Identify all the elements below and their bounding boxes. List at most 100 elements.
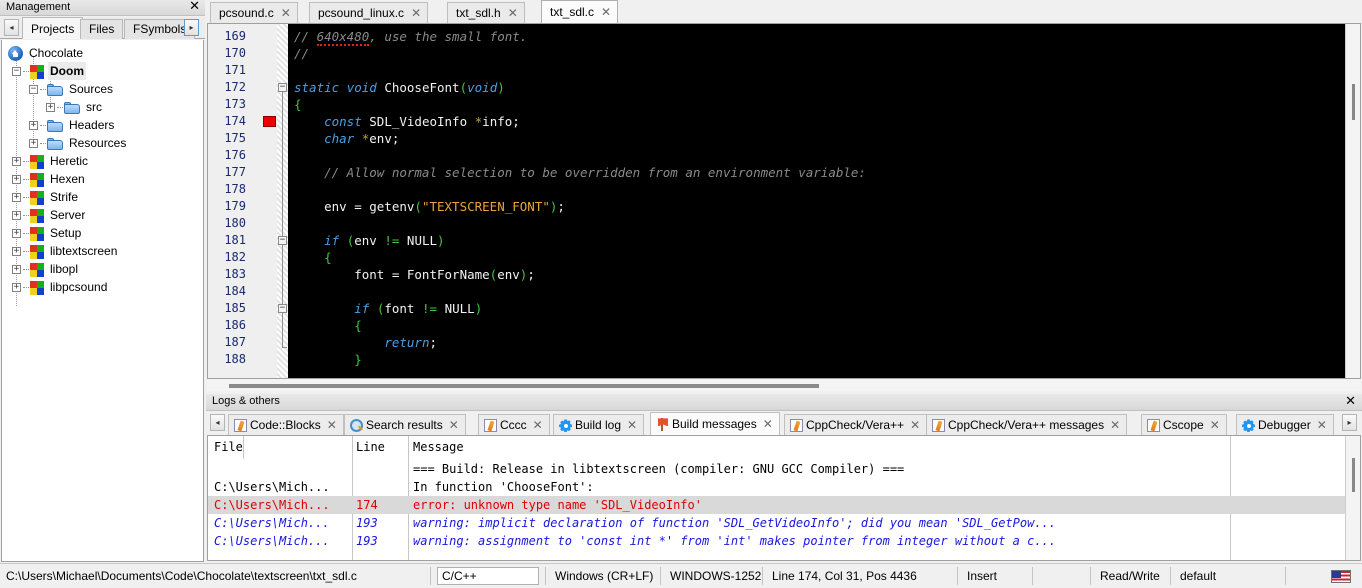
- logs-tab-search-results[interactable]: Search results ✕: [344, 414, 466, 435]
- editor-marker-column[interactable]: [263, 24, 277, 378]
- close-icon[interactable]: ✕: [910, 418, 920, 432]
- expander-icon[interactable]: +: [12, 193, 21, 203]
- table-row[interactable]: C:\Users\Mich... 193 warning: implicit dec…: [208, 514, 1346, 532]
- build-messages-grid[interactable]: File Line Message === Build: Release in …: [207, 435, 1361, 561]
- logs-title: Logs & others: [212, 395, 280, 407]
- expander-icon[interactable]: +: [12, 265, 21, 275]
- code-token: const: [324, 114, 362, 129]
- us-flag-icon[interactable]: [1331, 570, 1351, 583]
- close-icon[interactable]: ✕: [627, 418, 637, 432]
- tree-item-server[interactable]: + Server: [12, 206, 87, 224]
- tree-item-src[interactable]: + src: [46, 98, 104, 116]
- tab-scroll-left-icon[interactable]: ◂: [210, 414, 225, 431]
- table-row[interactable]: C:\Users\Mich... In function 'ChooseFont'…: [208, 478, 1346, 496]
- code-text-area[interactable]: // 640x480, use the small font.//static …: [288, 24, 1345, 378]
- editor-fold-column[interactable]: − − −: [277, 24, 288, 378]
- column-header-line[interactable]: Line: [356, 436, 385, 459]
- logs-vertical-scrollbar[interactable]: [1345, 436, 1360, 560]
- tree-item-resources[interactable]: + Resources: [29, 134, 128, 152]
- logs-tab-build-log[interactable]: Build log ✕: [553, 414, 645, 435]
- column-header-message[interactable]: Message: [413, 436, 464, 459]
- editor-horizontal-scrollbar[interactable]: [207, 379, 1361, 391]
- close-icon[interactable]: ✕: [1210, 418, 1220, 432]
- editor-tab-pcsound-linux-c[interactable]: pcsound_linux.c ✕: [309, 2, 429, 23]
- close-icon[interactable]: ✕: [281, 6, 291, 20]
- code-token: env: [369, 131, 392, 146]
- tab-files[interactable]: Files: [80, 19, 124, 39]
- tree-item-headers[interactable]: + Headers: [29, 116, 116, 134]
- close-icon[interactable]: ✕: [508, 6, 518, 20]
- logs-tab-label: Build messages: [672, 417, 757, 431]
- table-row[interactable]: C:\Users\Mich... 174 error: unknown type n…: [208, 496, 1346, 514]
- expander-icon[interactable]: +: [12, 211, 21, 221]
- build-messages-rows[interactable]: File Line Message === Build: Release in …: [208, 436, 1346, 560]
- logs-tab-cccc[interactable]: Cccc ✕: [478, 414, 550, 435]
- tab-scroll-left-icon[interactable]: ◂: [4, 19, 19, 36]
- tab-scroll-right-icon[interactable]: ▸: [184, 19, 199, 36]
- error-marker-icon[interactable]: [263, 116, 276, 127]
- expander-icon[interactable]: +: [12, 283, 21, 293]
- code-line: static void ChooseFont(void): [294, 79, 505, 96]
- editor-tab-txt-sdl-h[interactable]: txt_sdl.h ✕: [447, 2, 525, 23]
- logs-tab-debugger[interactable]: Debugger ✕: [1236, 414, 1334, 435]
- expander-icon[interactable]: +: [12, 229, 21, 239]
- editor-vertical-scrollbar[interactable]: [1345, 24, 1360, 378]
- table-row[interactable]: C:\Users\Mich... 193 warning: assignment t…: [208, 532, 1346, 550]
- editor-tab-txt-sdl-c[interactable]: txt_sdl.c ✕: [541, 0, 619, 23]
- scrollbar-thumb[interactable]: [1352, 458, 1355, 492]
- editor-tab-pcsound-c[interactable]: pcsound.c ✕: [210, 2, 298, 23]
- status-line-endings: Windows (CR+LF): [555, 569, 654, 583]
- tree-connector: [40, 125, 46, 127]
- expander-icon[interactable]: −: [29, 85, 38, 95]
- tree-item-libtextscreen[interactable]: + libtextscreen: [12, 242, 119, 260]
- tab-projects[interactable]: Projects: [22, 17, 84, 39]
- project-tree[interactable]: Chocolate − Doom − Sources + src + Headers +…: [1, 40, 204, 562]
- close-icon[interactable]: ✕: [449, 418, 459, 432]
- tree-item-libpcsound[interactable]: + libpcsound: [12, 278, 109, 296]
- column-header-file[interactable]: File: [214, 436, 244, 459]
- tree-item-sources[interactable]: − Sources: [29, 80, 115, 98]
- tree-item-chocolate[interactable]: Chocolate: [8, 44, 85, 62]
- close-icon[interactable]: ✕: [533, 418, 543, 432]
- fold-toggle-icon[interactable]: −: [278, 236, 287, 245]
- tree-item-libopl[interactable]: + libopl: [12, 260, 80, 278]
- fold-toggle-icon[interactable]: −: [278, 83, 287, 92]
- close-icon[interactable]: ✕: [601, 5, 611, 19]
- expander-icon[interactable]: +: [29, 121, 38, 131]
- expander-icon[interactable]: +: [12, 247, 21, 257]
- logs-tab-cscope[interactable]: Cscope ✕: [1141, 414, 1227, 435]
- expander-icon[interactable]: +: [29, 139, 38, 149]
- code-token: ): [474, 301, 483, 316]
- close-icon[interactable]: ✕: [411, 6, 421, 20]
- close-icon[interactable]: ✕: [327, 418, 337, 432]
- tree-item-hexen[interactable]: + Hexen: [12, 170, 87, 188]
- tab-scroll-right-icon[interactable]: ▸: [1342, 414, 1357, 431]
- code-token: !=: [421, 301, 438, 316]
- scrollbar-thumb[interactable]: [229, 384, 819, 388]
- close-icon[interactable]: ✕: [189, 0, 200, 15]
- expander-icon[interactable]: +: [12, 175, 21, 185]
- logs-tab-build-messages[interactable]: Build messages ✕: [650, 412, 780, 435]
- close-icon[interactable]: ✕: [1317, 418, 1327, 432]
- tree-item-doom[interactable]: − Doom: [12, 62, 86, 80]
- folder-icon: [47, 137, 63, 150]
- code-token: , use the small font.: [369, 29, 528, 44]
- expander-icon[interactable]: +: [12, 157, 21, 167]
- logs-tab-cppcheck-vera-messages[interactable]: CppCheck/Vera++ messages ✕: [926, 414, 1128, 435]
- close-icon[interactable]: ✕: [763, 417, 773, 431]
- table-row[interactable]: === Build: Release in libtextscreen (com…: [208, 460, 1346, 478]
- logs-tab-cppcheck-vera[interactable]: CppCheck/Vera++ ✕: [784, 414, 928, 435]
- expander-icon[interactable]: +: [46, 103, 55, 113]
- scrollbar-thumb[interactable]: [1352, 84, 1355, 120]
- status-encoding: WINDOWS-1252: [670, 569, 762, 583]
- tree-item-label: Doom: [48, 62, 86, 80]
- tree-item-setup[interactable]: + Setup: [12, 224, 83, 242]
- tree-item-heretic[interactable]: + Heretic: [12, 152, 90, 170]
- fold-toggle-icon[interactable]: −: [278, 304, 287, 313]
- logs-tab-codeblocks[interactable]: Code::Blocks ✕: [228, 414, 344, 435]
- tree-item-strife[interactable]: + Strife: [12, 188, 80, 206]
- close-icon[interactable]: ✕: [1345, 393, 1356, 410]
- close-icon[interactable]: ✕: [1110, 418, 1120, 432]
- status-language[interactable]: C/C++: [437, 567, 539, 585]
- expander-icon[interactable]: −: [12, 67, 21, 77]
